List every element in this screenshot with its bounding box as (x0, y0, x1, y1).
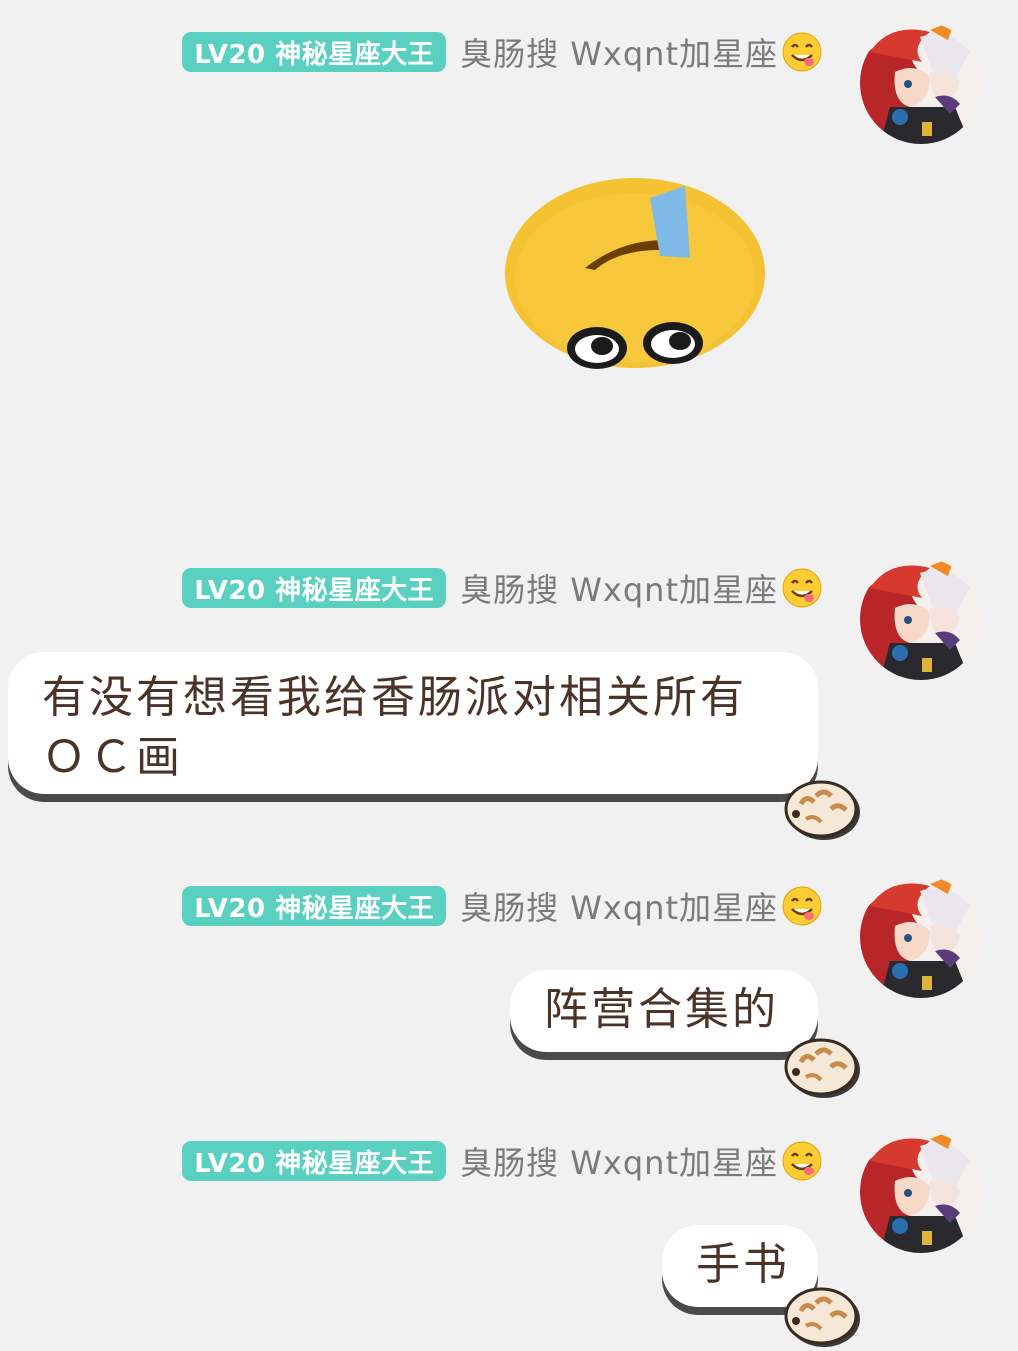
message-bubble[interactable]: 有没有想看我给香肠派对相关所有 ＯＣ画 (8, 652, 818, 794)
level-badge: LV20 神秘星座大王 (182, 886, 447, 926)
level-badge: LV20 神秘星座大王 (182, 568, 447, 608)
sender-name-label: 臭肠搜 Wxqnt加星座 (460, 35, 778, 73)
message-header: LV20 神秘星座大王 臭肠搜 Wxqnt加星座 (182, 883, 822, 929)
sender-name-label: 臭肠搜 Wxqnt加星座 (460, 889, 778, 927)
message-header: LV20 神秘星座大王 臭肠搜 Wxqnt加星座 (182, 565, 822, 611)
cat-paw-icon (776, 1032, 862, 1102)
smiling-face-icon (782, 1141, 822, 1181)
upside-down-peeking-face-sticker[interactable] (500, 178, 770, 378)
avatar[interactable] (860, 876, 982, 998)
avatar[interactable] (860, 22, 982, 144)
sender-name[interactable]: 臭肠搜 Wxqnt加星座 (460, 1138, 822, 1184)
cat-paw-icon (776, 774, 862, 844)
avatar[interactable] (860, 1131, 982, 1253)
sender-name[interactable]: 臭肠搜 Wxqnt加星座 (460, 29, 822, 75)
message-text-line: 有没有想看我给香肠派对相关所有 (42, 672, 747, 723)
message-text: 阵营合集的 (544, 984, 779, 1035)
message-header: LV20 神秘星座大王 臭肠搜 Wxqnt加星座 (182, 29, 822, 75)
message-text-line: ＯＣ画 (42, 732, 183, 783)
message-header: LV20 神秘星座大王 臭肠搜 Wxqnt加星座 (182, 1138, 822, 1184)
sender-name-label: 臭肠搜 Wxqnt加星座 (460, 571, 778, 609)
smiling-face-icon (782, 568, 822, 608)
message-bubble[interactable]: 阵营合集的 (510, 970, 818, 1052)
sender-name[interactable]: 臭肠搜 Wxqnt加星座 (460, 883, 822, 929)
avatar[interactable] (860, 558, 982, 680)
sender-name[interactable]: 臭肠搜 Wxqnt加星座 (460, 565, 822, 611)
sender-name-label: 臭肠搜 Wxqnt加星座 (460, 1144, 778, 1182)
smiling-face-icon (782, 32, 822, 72)
cat-paw-icon (776, 1281, 862, 1351)
level-badge: LV20 神秘星座大王 (182, 1141, 447, 1181)
level-badge: LV20 神秘星座大王 (182, 32, 447, 72)
smiling-face-icon (782, 886, 822, 926)
